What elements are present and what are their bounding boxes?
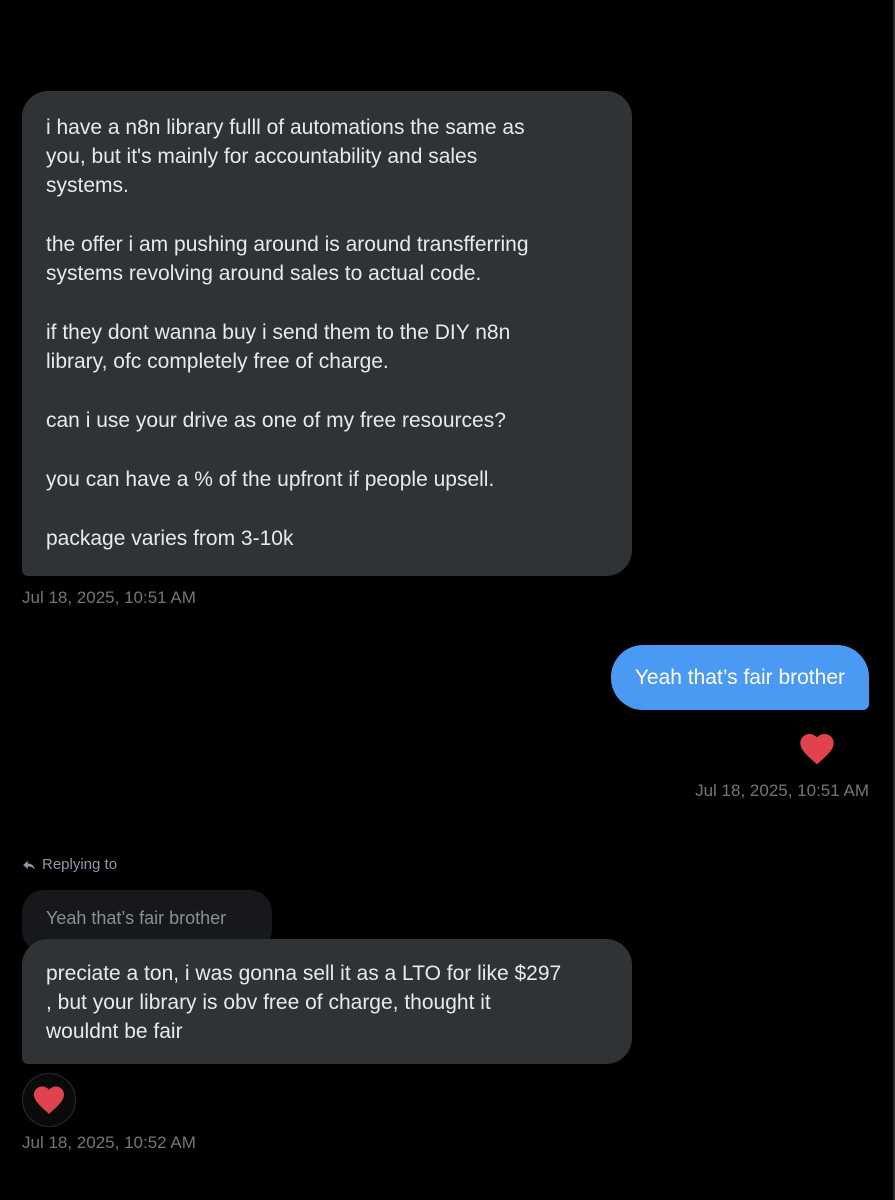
message-text: preciate a ton, i was gonna sell it as a… — [46, 962, 562, 1043]
incoming-message-bubble[interactable]: i have a n8n library fulll of automation… — [22, 91, 632, 576]
reaction-badge[interactable] — [22, 1073, 76, 1127]
message-paragraph: you can have a % of the upfront if peopl… — [46, 468, 495, 491]
reply-arrow-icon — [23, 860, 35, 870]
message-timestamp: Jul 18, 2025, 10:52 AM — [22, 1133, 196, 1152]
quoted-text: Yeah that’s fair brother — [46, 908, 227, 928]
message-paragraph: i have a n8n library fulll of automation… — [46, 116, 525, 197]
heart-icon[interactable] — [797, 729, 837, 769]
reply-label-text: Replying to — [42, 856, 118, 873]
message-timestamp: Jul 18, 2025, 10:51 AM — [695, 781, 869, 800]
message-paragraph: the offer i am pushing around is around … — [46, 233, 529, 285]
message-paragraph: can i use your drive as one of my free r… — [46, 409, 506, 432]
message-timestamp: Jul 18, 2025, 10:51 AM — [22, 588, 196, 607]
incoming-message-bubble[interactable]: preciate a ton, i was gonna sell it as a… — [22, 939, 632, 1064]
replying-to-label: Replying to — [22, 856, 117, 873]
message-text: Yeah that’s fair brother — [634, 665, 845, 689]
outgoing-message-bubble[interactable]: Yeah that’s fair brother — [610, 645, 869, 710]
message-paragraph: if they dont wanna buy i send them to th… — [46, 321, 511, 373]
message-paragraph: package varies from 3-10k — [46, 527, 294, 550]
heart-icon — [34, 1086, 64, 1114]
